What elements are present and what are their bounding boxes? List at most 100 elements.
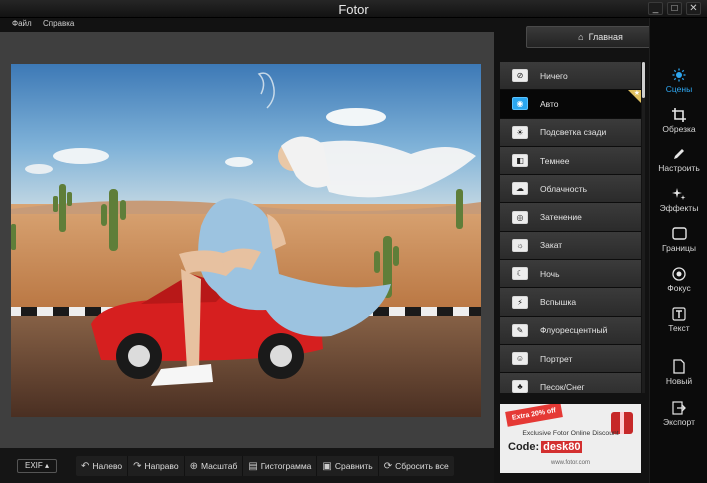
scene-label: Вспышка [540,297,577,308]
reset-all-label: Сбросить все [395,461,449,471]
scene-label: Портрет [540,353,573,364]
sunset-icon: ☼ [512,238,528,252]
nav-scenes[interactable]: Сцены [650,66,707,94]
pencil-icon [650,145,707,162]
rotate-left-label: Налево [92,461,123,471]
flash-icon: ⚡ [512,295,528,309]
scene-list: ⊘ Ничего ◉ Авто ★ ☀ Подсветка сзади ◧ Те… [500,62,641,393]
histogram-icon: ▤ [248,460,258,472]
maximize-button[interactable]: □ [667,2,682,15]
backlight-icon: ☀ [512,125,528,139]
nav-borders[interactable]: Границы [650,225,707,253]
scene-item-backlight[interactable]: ☀ Подсветка сзади [500,118,641,147]
nav-scenes-label: Сцены [665,84,693,94]
promo-url: www.fotor.com [550,460,590,466]
compare-button[interactable]: ▣ Сравнить [317,456,379,476]
rotate-right-icon: ↷ [133,460,142,472]
scene-item-fluorescent[interactable]: ✎ Флуоресцентный [500,316,641,345]
scene-item-portrait[interactable]: ☺ Портрет [500,344,641,374]
scene-item-auto[interactable]: ◉ Авто ★ [500,90,641,119]
darker-icon: ◧ [512,154,528,168]
nav-export[interactable]: Экспорт [650,399,707,427]
window-title: Fotor [338,2,369,17]
menu-bar: Файл Справка [0,18,494,32]
scene-label: Закат [540,240,563,251]
bottom-toolbar: EXIF ▴ ↶ Налево ↷ Направо ⊕ Масштаб ▤ Ги… [0,448,494,483]
menu-file[interactable]: Файл [12,19,32,28]
crop-icon [650,106,707,123]
night-icon: ☾ [512,267,528,281]
none-icon: ⊘ [512,69,528,83]
rotate-left-icon: ↶ [81,460,90,472]
nav-focus-label: Фокус [667,283,691,293]
scroll-thumb[interactable] [642,62,645,98]
effects-icon [650,185,707,202]
reset-icon: ⟳ [383,460,393,472]
scene-label: Подсветка сзади [540,127,607,138]
scene-item-darker[interactable]: ◧ Темнее [500,146,641,176]
scenes-panel: ⌂ Главная ⊘ Ничего ◉ Авто ★ ☀ Подсветка … [494,18,675,483]
nav-text-label: Текст [668,323,690,333]
nav-crop-label: Обрезка [662,124,696,134]
view-tools: ↶ Налево ↷ Направо ⊕ Масштаб ▤ Гистограм… [76,456,454,476]
promo-banner[interactable]: Extra 20% off Exclusive Fotor Online Dis… [500,404,641,473]
minimize-button[interactable]: _ [648,2,663,15]
scene-item-flash[interactable]: ⚡ Вспышка [500,288,641,317]
borders-icon [650,225,707,242]
new-file-icon [650,358,707,375]
promo-text: Exclusive Fotor Online Discount [522,430,619,437]
scene-item-shade[interactable]: ◎ Затенение [500,203,641,232]
scene-item-none[interactable]: ⊘ Ничего [500,62,641,91]
focus-icon [650,265,707,282]
photo-preview[interactable] [11,64,481,417]
close-button[interactable]: ✕ [686,2,701,15]
scene-label: Ночь [540,268,560,279]
compare-label: Сравнить [334,461,373,471]
nav-new-label: Новый [665,376,693,386]
portrait-icon: ☺ [512,352,528,366]
scene-item-beach[interactable]: ♣ Песок/Снег [500,373,641,393]
zoom-button[interactable]: ⊕ Масштаб [185,456,244,476]
scene-item-night[interactable]: ☾ Ночь [500,260,641,289]
scene-label: Авто [540,98,559,109]
right-nav: Сцены Обрезка Настроить Эффекты Границы … [649,18,707,483]
star-icon: ★ [633,90,640,98]
scene-label: Затенение [540,212,582,223]
promo-ribbon: Extra 20% off [505,404,563,427]
beach-icon: ♣ [512,380,528,393]
nav-crop[interactable]: Обрезка [650,106,707,134]
nav-effects[interactable]: Эффекты [650,185,707,213]
menu-help[interactable]: Справка [43,19,74,28]
nav-export-label: Экспорт [663,417,695,427]
nav-focus[interactable]: Фокус [650,265,707,293]
scene-label: Облачность [540,183,588,194]
rotate-right-button[interactable]: ↷ Направо [128,456,185,476]
promo-code: Code: desk80 [508,441,583,453]
nav-adjust[interactable]: Настроить [650,145,707,173]
scene-label: Ничего [540,70,568,81]
histogram-label: Гистограмма [260,461,312,471]
nav-effects-label: Эффекты [659,203,699,213]
home-icon: ⌂ [578,32,584,42]
window-controls: _ □ ✕ [648,2,701,15]
reset-all-button[interactable]: ⟳ Сбросить все [379,456,454,476]
rotate-right-label: Направо [144,461,179,471]
camera-icon: ◉ [512,97,528,111]
title-bar: Fotor _ □ ✕ [0,0,707,18]
nav-adjust-label: Настроить [658,163,700,173]
export-icon [650,399,707,416]
shade-icon: ◎ [512,210,528,224]
rotate-left-button[interactable]: ↶ Налево [76,456,129,476]
promo-code-label: Code: [508,441,540,453]
nav-text[interactable]: Текст [650,305,707,333]
scene-item-cloudy[interactable]: ☁ Облачность [500,175,641,204]
fluorescent-icon: ✎ [512,323,528,337]
scene-item-sunset[interactable]: ☼ Закат [500,231,641,261]
nav-new[interactable]: Новый [650,358,707,386]
scenes-icon [650,66,707,83]
exif-button[interactable]: EXIF ▴ [17,459,57,473]
compare-icon: ▣ [322,460,332,472]
histogram-button[interactable]: ▤ Гистограмма [243,456,318,476]
scene-scrollbar[interactable] [642,62,645,393]
promo-code-value: desk80 [541,441,583,453]
